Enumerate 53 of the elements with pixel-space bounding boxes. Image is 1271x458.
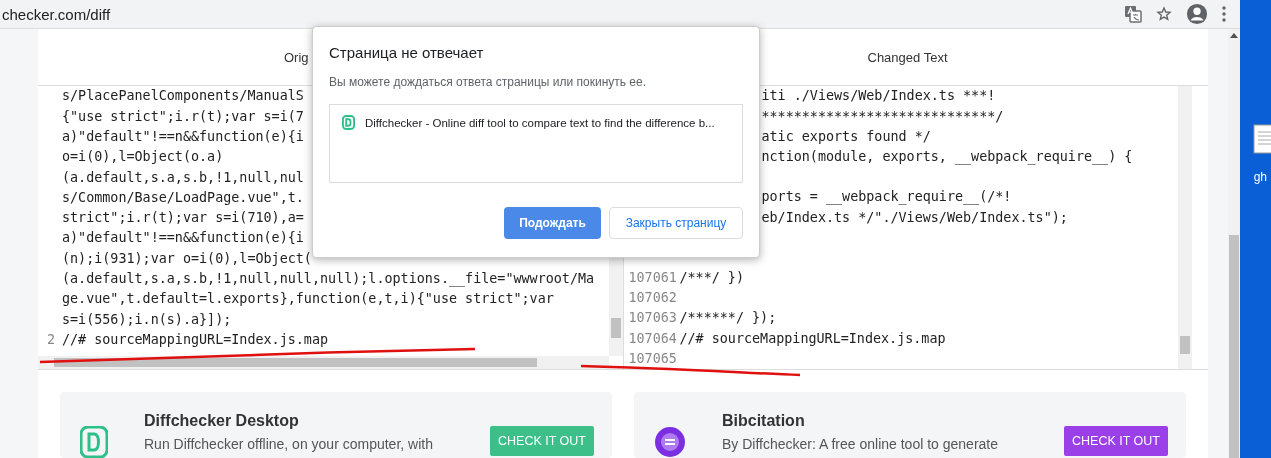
code-line: nction(module, exports, __webpack_require__) { bbox=[761, 147, 1133, 167]
dialog-message: Вы можете дождаться ответа страницы или покинуть ее. bbox=[329, 75, 648, 89]
code-line: ports = __webpack_require__(/*! bbox=[761, 188, 1012, 207]
code-line: a)"default"!==n&&function(e){i bbox=[62, 229, 304, 248]
translate-icon[interactable] bbox=[1124, 5, 1142, 23]
line-number: 107065 bbox=[628, 349, 678, 368]
scrollbar[interactable] bbox=[1178, 86, 1192, 369]
code-line: (a.default,s.a,s.b,!1,null,null,null);l.options.__file="wwwroot/Ma bbox=[62, 270, 595, 289]
code-line: ge.vue",t.default=l.exports},function(e,t,i){"use strict";var bbox=[62, 290, 554, 309]
promo-title: Bibcitation bbox=[722, 412, 806, 430]
code-line: s=i(556);i.n(s).a}]); bbox=[62, 310, 232, 329]
file-icon[interactable] bbox=[1253, 124, 1271, 154]
code-line: /***/ }) bbox=[679, 269, 744, 288]
code-line: /******/ }); bbox=[679, 309, 777, 328]
promo-description: By Diffchecker: A free online tool to generate bbox=[722, 436, 1000, 452]
horizontal-scrollbar[interactable] bbox=[38, 356, 609, 369]
dialog-title: Страница не отвечает bbox=[329, 44, 485, 61]
code-line: eb/Index.ts */"./Views/Web/Index.ts"); bbox=[761, 208, 1068, 227]
code-line: *****************************/ bbox=[761, 107, 1004, 126]
promo-title: Diffchecker Desktop bbox=[144, 412, 300, 430]
app-logo-icon bbox=[80, 426, 108, 458]
line-number: 2 bbox=[47, 330, 57, 349]
check-it-out-button[interactable]: CHECK IT OUT bbox=[1064, 426, 1168, 456]
code-line: o=i(0),l=Object(o.a) bbox=[62, 148, 224, 167]
close-page-button[interactable]: Закрыть страницу bbox=[609, 207, 743, 239]
code-line: s/Common/Base/LoadPage.vue",t. bbox=[62, 188, 304, 207]
panel-title: Changed Text bbox=[867, 49, 948, 65]
promo-description: Run Diffchecker offline, on your computer, with bbox=[144, 436, 434, 452]
line-number: 107062 bbox=[628, 289, 678, 308]
code-line: {"use strict";i.r(t);var s=i(7 bbox=[62, 107, 304, 126]
code-line: (n);i(931);var o=i(0),l=Object( bbox=[62, 249, 312, 268]
menu-icon[interactable] bbox=[1222, 6, 1226, 22]
code-line: //# sourceMappingURL=Index.js.map bbox=[679, 329, 946, 348]
account-icon[interactable] bbox=[1186, 3, 1208, 25]
code-line: s/PlacePanelComponents/ManualS bbox=[62, 87, 304, 106]
code-line: //# sourceMappingURL=Index.js.map bbox=[62, 330, 329, 349]
code-line: strict";i.r(t);var s=i(710),a= bbox=[62, 209, 304, 228]
line-number: 107064 bbox=[628, 329, 678, 348]
code-line: (a.default,s.a,s.b,!1,null,nul bbox=[62, 168, 304, 187]
code-line: atic exports found */ bbox=[761, 127, 931, 146]
code-line: a)"default"!==n&&function(e){i bbox=[62, 127, 304, 146]
page-scrollbar[interactable] bbox=[1228, 29, 1240, 458]
scroll-up-icon[interactable] bbox=[1230, 33, 1238, 38]
line-number: 107061 bbox=[628, 269, 678, 288]
address-bar[interactable]: checker.com/diff bbox=[2, 5, 111, 23]
file-label[interactable]: gh bbox=[1253, 170, 1267, 184]
app-logo-icon bbox=[342, 115, 355, 130]
line-number: 107063 bbox=[628, 309, 678, 328]
star-icon[interactable] bbox=[1156, 6, 1172, 22]
code-line: iti ./Views/Web/Index.ts ***! bbox=[761, 87, 996, 106]
wait-button[interactable]: Подождать bbox=[504, 207, 601, 239]
panel-title: Orig bbox=[284, 49, 309, 65]
page-title: Diffchecker - Online diff tool to compare text to find the difference b... bbox=[365, 116, 715, 129]
